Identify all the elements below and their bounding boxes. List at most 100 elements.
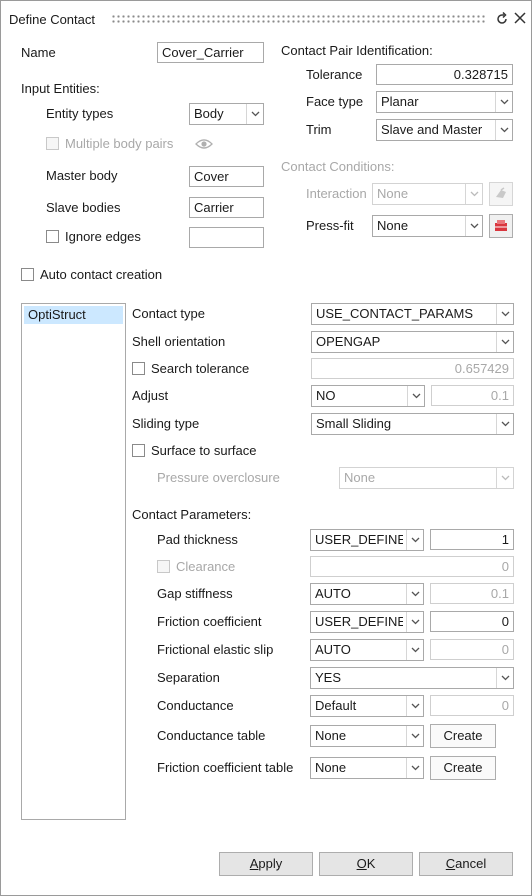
apply-label: pply xyxy=(258,856,283,871)
chevron-down-icon xyxy=(495,120,512,140)
list-item[interactable]: OptiStruct xyxy=(24,306,123,324)
shell-orientation-value: OPENGAP xyxy=(316,334,381,349)
name-input[interactable]: Cover_Carrier xyxy=(157,42,264,63)
gap-stiffness-select[interactable]: AUTO xyxy=(310,583,424,605)
close-icon[interactable] xyxy=(514,12,526,24)
pressfit-select[interactable]: None xyxy=(372,215,483,237)
surface-to-surface-label: Surface to surface xyxy=(151,443,257,458)
shell-orientation-select[interactable]: OPENGAP xyxy=(311,331,514,353)
undo-icon[interactable] xyxy=(495,11,509,26)
contact-type-label: Contact type xyxy=(132,306,205,321)
contact-parameters-heading: Contact Parameters: xyxy=(132,507,252,522)
conductance-table-select[interactable]: None xyxy=(310,725,424,747)
conductance-select[interactable]: Default xyxy=(310,695,424,717)
cancel-button[interactable]: Cancel xyxy=(419,852,513,876)
ok-mnemonic: O xyxy=(356,856,367,871)
pad-thickness-select[interactable]: USER_DEFINE xyxy=(310,529,424,551)
conductance-input[interactable]: 0 xyxy=(430,695,514,716)
pad-thickness-value: USER_DEFINE xyxy=(315,532,403,547)
chevron-down-icon xyxy=(406,612,423,632)
apply-button[interactable]: Apply xyxy=(219,852,313,876)
interaction-value: None xyxy=(377,186,409,201)
clearance-checkbox[interactable] xyxy=(157,560,170,573)
pressfit-value: None xyxy=(377,218,409,233)
ignore-edges-input[interactable] xyxy=(189,227,264,248)
chevron-down-icon xyxy=(407,386,424,406)
contact-condition-icon[interactable] xyxy=(489,182,513,206)
master-body-label: Master body xyxy=(46,168,118,183)
chevron-down-icon xyxy=(406,584,423,604)
trim-label: Trim xyxy=(306,122,332,137)
face-type-select[interactable]: Planar xyxy=(376,91,513,113)
tolerance-input[interactable]: 0.328715 xyxy=(376,64,513,85)
slave-bodies-input[interactable]: Carrier xyxy=(189,197,264,218)
entity-types-label: Entity types xyxy=(46,106,114,121)
adjust-value: NO xyxy=(316,388,336,403)
cancel-mnemonic: C xyxy=(445,856,456,871)
chevron-down-icon xyxy=(496,304,513,324)
separation-select[interactable]: YES xyxy=(310,667,514,689)
input-entities-heading: Input Entities: xyxy=(21,81,100,96)
adjust-select[interactable]: NO xyxy=(311,385,425,407)
sliding-type-value: Small Sliding xyxy=(316,416,392,431)
eye-icon[interactable] xyxy=(194,135,214,153)
adjust-value-input[interactable]: 0.1 xyxy=(431,385,514,406)
auto-contact-checkbox[interactable] xyxy=(21,268,34,281)
chevron-down-icon xyxy=(406,640,423,660)
multiple-body-pairs-label: Multiple body pairs xyxy=(65,136,174,151)
friction-coefficient-value: USER_DEFINE xyxy=(315,614,403,629)
clearance-label: Clearance xyxy=(176,559,236,574)
gap-stiffness-label: Gap stiffness xyxy=(157,586,233,601)
frictional-elastic-slip-label: Frictional elastic slip xyxy=(157,642,274,657)
slave-bodies-label: Slave bodies xyxy=(46,200,121,215)
friction-coefficient-select[interactable]: USER_DEFINE xyxy=(310,611,424,633)
ignore-edges-checkbox[interactable] xyxy=(46,230,59,243)
chevron-down-icon xyxy=(496,414,513,434)
interaction-select[interactable]: None xyxy=(372,183,483,205)
define-contact-dialog: Define Contact Name Cover_Carrier Input … xyxy=(0,0,532,896)
sliding-type-select[interactable]: Small Sliding xyxy=(311,413,514,435)
entity-types-value: Body xyxy=(194,106,224,121)
sliding-type-label: Sliding type xyxy=(132,416,200,431)
friction-coefficient-input[interactable]: 0 xyxy=(430,611,514,632)
pressure-overclosure-select[interactable]: None xyxy=(339,467,514,489)
friction-table-create-button[interactable]: Create xyxy=(430,756,496,780)
interaction-label: Interaction xyxy=(306,186,367,201)
face-type-value: Planar xyxy=(381,94,419,109)
pressfit-icon[interactable] xyxy=(489,214,513,238)
face-type-label: Face type xyxy=(306,94,364,109)
drag-handle[interactable] xyxy=(111,14,485,24)
ok-button[interactable]: OK xyxy=(319,852,413,876)
trim-select[interactable]: Slave and Master xyxy=(376,119,513,141)
separation-value: YES xyxy=(315,670,342,685)
chevron-down-icon xyxy=(496,468,513,488)
entity-types-select[interactable]: Body xyxy=(189,103,264,125)
pad-thickness-input[interactable]: 1 xyxy=(430,529,514,550)
search-tolerance-input[interactable]: 0.657429 xyxy=(311,358,514,379)
master-body-input[interactable]: Cover xyxy=(189,166,264,187)
contact-type-select[interactable]: USE_CONTACT_PARAMS xyxy=(311,303,514,325)
auto-contact-label: Auto contact creation xyxy=(40,267,163,282)
conductance-value: Default xyxy=(315,698,357,713)
gap-stiffness-value: AUTO xyxy=(315,586,351,601)
ignore-edges-label: Ignore edges xyxy=(65,229,141,244)
adjust-label: Adjust xyxy=(132,388,169,403)
multiple-body-pairs-checkbox[interactable] xyxy=(46,137,59,150)
conductance-table-label: Conductance table xyxy=(157,728,266,743)
shell-orientation-label: Shell orientation xyxy=(132,334,226,349)
chevron-down-icon xyxy=(496,668,513,688)
clearance-input[interactable]: 0 xyxy=(310,556,514,577)
contact-pair-heading: Contact Pair Identification: xyxy=(281,43,433,58)
pressure-overclosure-label: Pressure overclosure xyxy=(157,470,280,485)
dialog-title: Define Contact xyxy=(9,12,95,27)
gap-stiffness-input[interactable]: 0.1 xyxy=(430,583,514,604)
frictional-elastic-slip-input[interactable]: 0 xyxy=(430,639,514,660)
search-tolerance-checkbox[interactable] xyxy=(132,362,145,375)
frictional-elastic-slip-select[interactable]: AUTO xyxy=(310,639,424,661)
conductance-label: Conductance xyxy=(157,698,234,713)
friction-table-select[interactable]: None xyxy=(310,757,424,779)
conductance-table-create-button[interactable]: Create xyxy=(430,724,496,748)
frictional-elastic-slip-value: AUTO xyxy=(315,642,351,657)
chevron-down-icon xyxy=(406,530,423,550)
surface-to-surface-checkbox[interactable] xyxy=(132,444,145,457)
